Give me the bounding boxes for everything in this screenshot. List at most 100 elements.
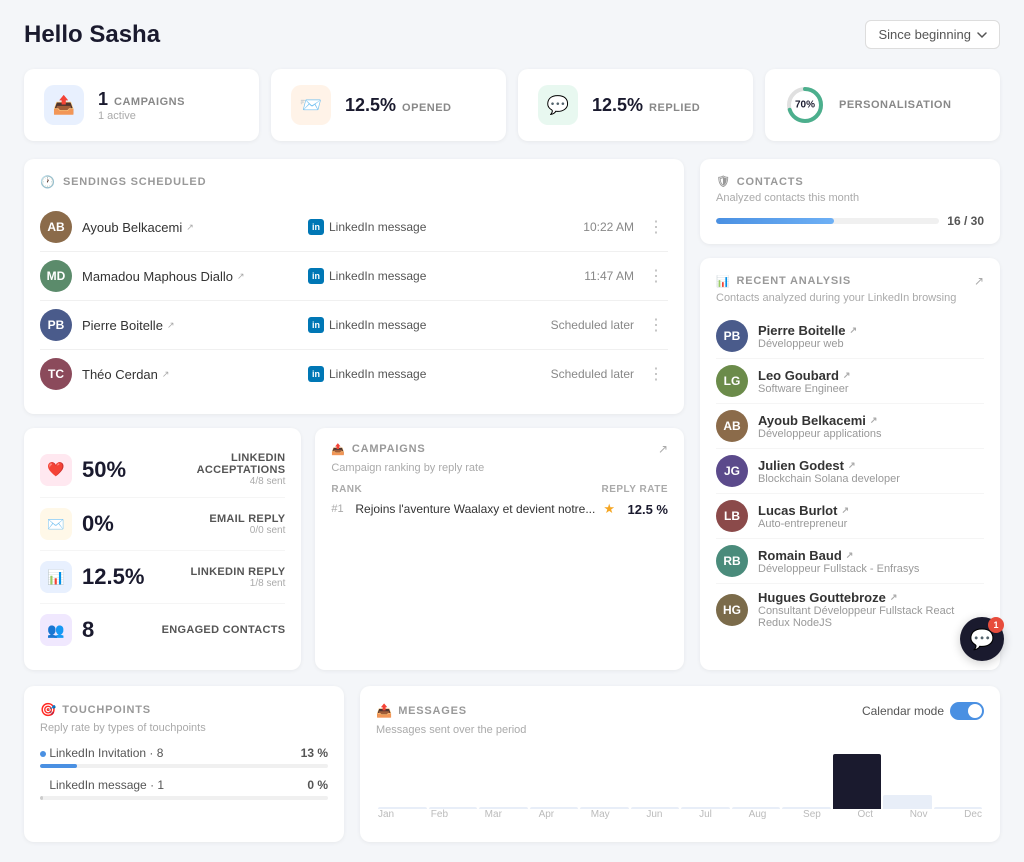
person-name[interactable]: Pierre Boitelle ↗: [758, 323, 857, 338]
stats-bar: 📤 1 CAMPAIGNS 1 active 📨 12.5% OPENED 💬: [24, 69, 1000, 141]
external-link-icon[interactable]: ↗: [237, 271, 245, 282]
metric-sub: 4/8 sent: [142, 476, 285, 487]
metric-sub: 1/8 sent: [190, 578, 285, 589]
toggle-switch[interactable]: [950, 702, 984, 720]
row-menu-button[interactable]: ⋮: [644, 315, 668, 335]
metric-sub: 0/0 sent: [209, 525, 285, 536]
campaign-name[interactable]: Rejoins l'aventure Waalaxy et devient no…: [355, 502, 595, 516]
person-link-icon[interactable]: ↗: [870, 415, 878, 426]
person-link-icon[interactable]: ↗: [890, 592, 898, 603]
contacts-card: 🛡 CONTACTS Analyzed contacts this month …: [700, 159, 1000, 244]
person-name[interactable]: Ayoub Belkacemi ↗: [758, 413, 882, 428]
person-info: Romain Baud ↗ Développeur Fullstack - En…: [758, 548, 919, 575]
personalisation-label: PERSONALISATION: [839, 99, 951, 111]
campaign-row: #1 Rejoins l'aventure Waalaxy et devient…: [331, 501, 668, 517]
person-link-icon[interactable]: ↗: [841, 505, 849, 516]
chart-month-label: Dec: [964, 809, 982, 820]
send-time: Scheduled later: [534, 318, 634, 332]
calendar-mode-toggle[interactable]: Calendar mode: [862, 702, 984, 720]
messages-card: 📤 MESSAGES Calendar mode Messages sent o…: [360, 686, 1000, 842]
person-info: Lucas Burlot ↗ Auto-entrepreneur: [758, 503, 849, 530]
stats-bottom: ❤️ 50% LINKEDIN ACCEPTATIONS 4/8 sent ✉️…: [24, 428, 684, 670]
opened-value: 12.5%: [345, 95, 396, 116]
analysis-external-link[interactable]: ↗: [974, 274, 984, 288]
contacts-title: 🛡 CONTACTS: [716, 175, 984, 188]
external-link-icon[interactable]: ↗: [162, 369, 170, 380]
person-link-icon[interactable]: ↗: [843, 370, 851, 381]
metric-row: 📊 12.5% LINKEDIN REPLY 1/8 sent: [40, 551, 285, 604]
chart-bar: [833, 754, 882, 809]
contact-name: Théo Cerdan ↗: [82, 367, 298, 382]
person-name[interactable]: Leo Goubard ↗: [758, 368, 850, 383]
touchpoint-row: LinkedIn Invitation · 8 13 %: [40, 746, 328, 768]
person-name[interactable]: Julien Godest ↗: [758, 458, 900, 473]
person-role: Auto-entrepreneur: [758, 518, 849, 530]
external-link-icon[interactable]: ↗: [186, 222, 194, 233]
person-link-icon[interactable]: ↗: [848, 460, 856, 471]
contact-name: Pierre Boitelle ↗: [82, 318, 298, 333]
avatar: TC: [40, 358, 72, 390]
chat-badge: 1: [988, 617, 1004, 633]
message-type: in LinkedIn message: [308, 317, 524, 333]
calendar-mode-label: Calendar mode: [862, 704, 944, 718]
person-role: Développeur applications: [758, 428, 882, 440]
chart-col: [479, 749, 528, 809]
touchpoint-bar: [40, 764, 328, 768]
chat-button[interactable]: 💬 1: [960, 617, 1004, 661]
chart-month-label: Sep: [803, 809, 821, 820]
analysis-person: LG Leo Goubard ↗ Software Engineer: [716, 359, 984, 404]
metric-icon: ✉️: [40, 508, 72, 540]
since-dropdown[interactable]: Since beginning: [865, 20, 1000, 49]
person-link-icon[interactable]: ↗: [849, 325, 857, 336]
clock-icon: 🕐: [40, 175, 55, 189]
analysis-person: JG Julien Godest ↗ Blockchain Solana dev…: [716, 449, 984, 494]
avatar: LB: [716, 500, 748, 532]
person-name[interactable]: Romain Baud ↗: [758, 548, 919, 563]
metric-icon: ❤️: [40, 454, 72, 486]
person-role: Blockchain Solana developer: [758, 473, 900, 485]
personalisation-pct: 70%: [795, 100, 815, 111]
chart-bar: [883, 795, 932, 809]
external-link-icon[interactable]: ↗: [167, 320, 175, 331]
metric-label: ENGAGED CONTACTS: [162, 624, 286, 636]
stat-personalisation[interactable]: 70% PERSONALISATION: [765, 69, 1000, 141]
person-name[interactable]: Hugues Gouttebroze ↗: [758, 590, 984, 605]
stat-replied[interactable]: 💬 12.5% REPLIED: [518, 69, 753, 141]
campaign-rank: #1: [331, 503, 347, 515]
row-menu-button[interactable]: ⋮: [644, 266, 668, 286]
avatar: JG: [716, 455, 748, 487]
person-info: Pierre Boitelle ↗ Développeur web: [758, 323, 857, 350]
touchpoint-bar-fill: [40, 796, 43, 800]
person-name[interactable]: Lucas Burlot ↗: [758, 503, 849, 518]
avatar: PB: [40, 309, 72, 341]
metric-value: 0%: [82, 511, 142, 537]
person-role: Software Engineer: [758, 383, 850, 395]
toggle-knob: [968, 704, 982, 718]
messages-icon: 📤: [376, 703, 392, 719]
messages-sub: Messages sent over the period: [376, 724, 984, 736]
campaign-rate: 12.5 %: [623, 502, 668, 517]
avatar: AB: [40, 211, 72, 243]
message-type: in LinkedIn message: [308, 219, 524, 235]
chart-month-label: Feb: [431, 809, 448, 820]
person-link-icon[interactable]: ↗: [846, 550, 854, 561]
metric-row: ✉️ 0% EMAIL REPLY 0/0 sent: [40, 498, 285, 551]
chart-month-label: May: [591, 809, 610, 820]
chart-col: [378, 749, 427, 809]
touchpoint-label: LinkedIn Invitation · 8: [40, 746, 163, 760]
touchpoint-value: 13 %: [301, 746, 328, 760]
opened-icon: 📨: [291, 85, 331, 125]
campaigns-external-link[interactable]: ↗: [658, 442, 668, 456]
sending-row: AB Ayoub Belkacemi ↗ in LinkedIn message…: [40, 203, 668, 252]
stat-opened[interactable]: 📨 12.5% OPENED: [271, 69, 506, 141]
chart-month-label: Mar: [485, 809, 502, 820]
row-menu-button[interactable]: ⋮: [644, 217, 668, 237]
analysis-person: LB Lucas Burlot ↗ Auto-entrepreneur: [716, 494, 984, 539]
row-menu-button[interactable]: ⋮: [644, 364, 668, 384]
chart-col: [681, 749, 730, 809]
metric-label: LINKEDIN ACCEPTATIONS: [142, 452, 285, 476]
linkedin-icon: in: [308, 317, 324, 333]
touchpoint-label: LinkedIn message · 1: [40, 778, 164, 792]
chart-col: [580, 749, 629, 809]
stat-campaigns[interactable]: 📤 1 CAMPAIGNS 1 active: [24, 69, 259, 141]
